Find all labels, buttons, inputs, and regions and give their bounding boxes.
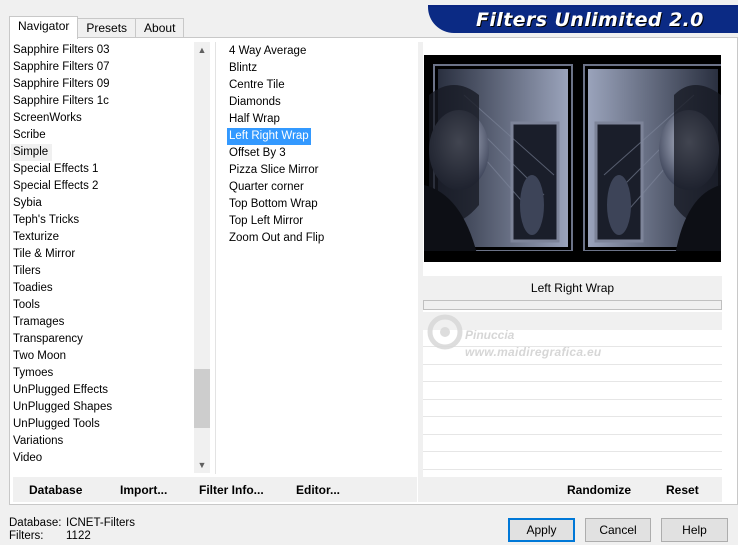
watermark-url: www.maidiregrafica.eu [465,345,602,359]
category-item[interactable]: Simple [11,144,53,161]
category-item[interactable]: Sapphire Filters 07 [11,59,194,76]
parameter-row [423,382,722,400]
category-item[interactable]: Variations [11,433,194,450]
list-divider [215,42,216,474]
category-item[interactable]: Scribe [11,127,194,144]
filter-item[interactable]: Centre Tile [227,77,412,94]
preview-toolbar: Randomize Reset [423,477,722,502]
apply-button[interactable]: Apply [508,518,575,542]
watermark-name: Pinuccia [465,328,515,342]
filters-label: Filters: [9,530,44,542]
category-item[interactable]: Toadies [11,280,194,297]
app-title: Filters Unlimited 2.0 [476,9,704,31]
help-button[interactable]: Help [661,518,728,542]
category-item[interactable]: Tile & Mirror [11,246,194,263]
filter-item[interactable]: Diamonds [227,94,412,111]
scroll-up-arrow-icon[interactable]: ▲ [194,42,210,58]
parameter-row [423,400,722,417]
scrollbar-thumb[interactable] [194,369,210,428]
category-item[interactable]: Sapphire Filters 09 [11,76,194,93]
filter-item[interactable]: Top Left Mirror [227,213,412,230]
filter-info-button[interactable]: Filter Info... [199,483,264,497]
category-item[interactable]: Special Effects 2 [11,178,194,195]
category-item[interactable]: ScreenWorks [11,110,194,127]
category-item[interactable]: Special Effects 1 [11,161,194,178]
filter-item[interactable]: Quarter corner [227,179,412,196]
category-item[interactable]: UnPlugged Tools [11,416,194,433]
editor-button[interactable]: Editor... [296,483,340,497]
cancel-button[interactable]: Cancel [585,518,651,542]
filter-item[interactable]: Zoom Out and Flip [227,230,412,247]
selected-filter-name: Left Right Wrap [423,276,722,300]
database-button[interactable]: Database [29,483,82,497]
tab-about[interactable]: About [135,18,185,38]
import-button[interactable]: Import... [120,483,167,497]
database-value: ICNET-Filters [66,517,135,529]
parameter-row [423,435,722,452]
database-label: Database: [9,517,62,529]
filter-item[interactable]: 4 Way Average [227,43,412,60]
category-item[interactable]: Tymoes [11,365,194,382]
category-item[interactable]: Sapphire Filters 03 [11,42,194,59]
filter-item[interactable]: Pizza Slice Mirror [227,162,412,179]
filter-item[interactable]: Top Bottom Wrap [227,196,412,213]
category-item[interactable]: Transparency [11,331,194,348]
category-item[interactable]: Tramages [11,314,194,331]
category-item[interactable]: UnPlugged Shapes [11,399,194,416]
category-item[interactable]: Sybia [11,195,194,212]
category-item[interactable]: Video [11,450,194,467]
filter-item[interactable]: Offset By 3 [227,145,412,162]
scroll-down-arrow-icon[interactable]: ▼ [194,457,210,473]
filter-list[interactable]: 4 Way Average Blintz Centre Tile Diamonds Ha… [227,43,412,247]
parameter-row [423,452,722,470]
watermark-logo-icon [427,314,463,350]
parameter-row [423,417,722,435]
navigator-toolbar: Database Import... Filter Info... Editor… [13,477,417,502]
reset-button[interactable]: Reset [666,483,699,497]
tab-bar: Navigator Presets About [9,16,185,39]
tab-presets[interactable]: Presets [77,18,137,38]
preview-image [424,55,721,262]
randomize-button[interactable]: Randomize [567,483,631,497]
status-info: Database: ICNET-Filters Filters: 1122 [9,517,135,543]
category-list[interactable]: Sapphire Filters 03 Sapphire Filters 07 Sa… [11,42,194,472]
category-scrollbar[interactable]: ▲ ▼ [194,42,210,473]
category-item[interactable]: Tilers [11,263,194,280]
app-banner: Filters Unlimited 2.0 [428,5,738,33]
watermark: Pinuccia www.maidiregrafica.eu [425,300,645,370]
category-item[interactable]: Sapphire Filters 1c [11,93,194,110]
filters-count: 1122 [66,530,91,542]
filter-item[interactable]: Left Right Wrap [227,128,311,145]
category-item[interactable]: UnPlugged Effects [11,382,194,399]
category-item[interactable]: Two Moon [11,348,194,365]
category-item[interactable]: Teph's Tricks [11,212,194,229]
filter-item[interactable]: Half Wrap [227,111,412,128]
category-item[interactable]: Texturize [11,229,194,246]
tab-navigator[interactable]: Navigator [9,16,79,39]
category-item[interactable]: Tools [11,297,194,314]
filter-item[interactable]: Blintz [227,60,412,77]
